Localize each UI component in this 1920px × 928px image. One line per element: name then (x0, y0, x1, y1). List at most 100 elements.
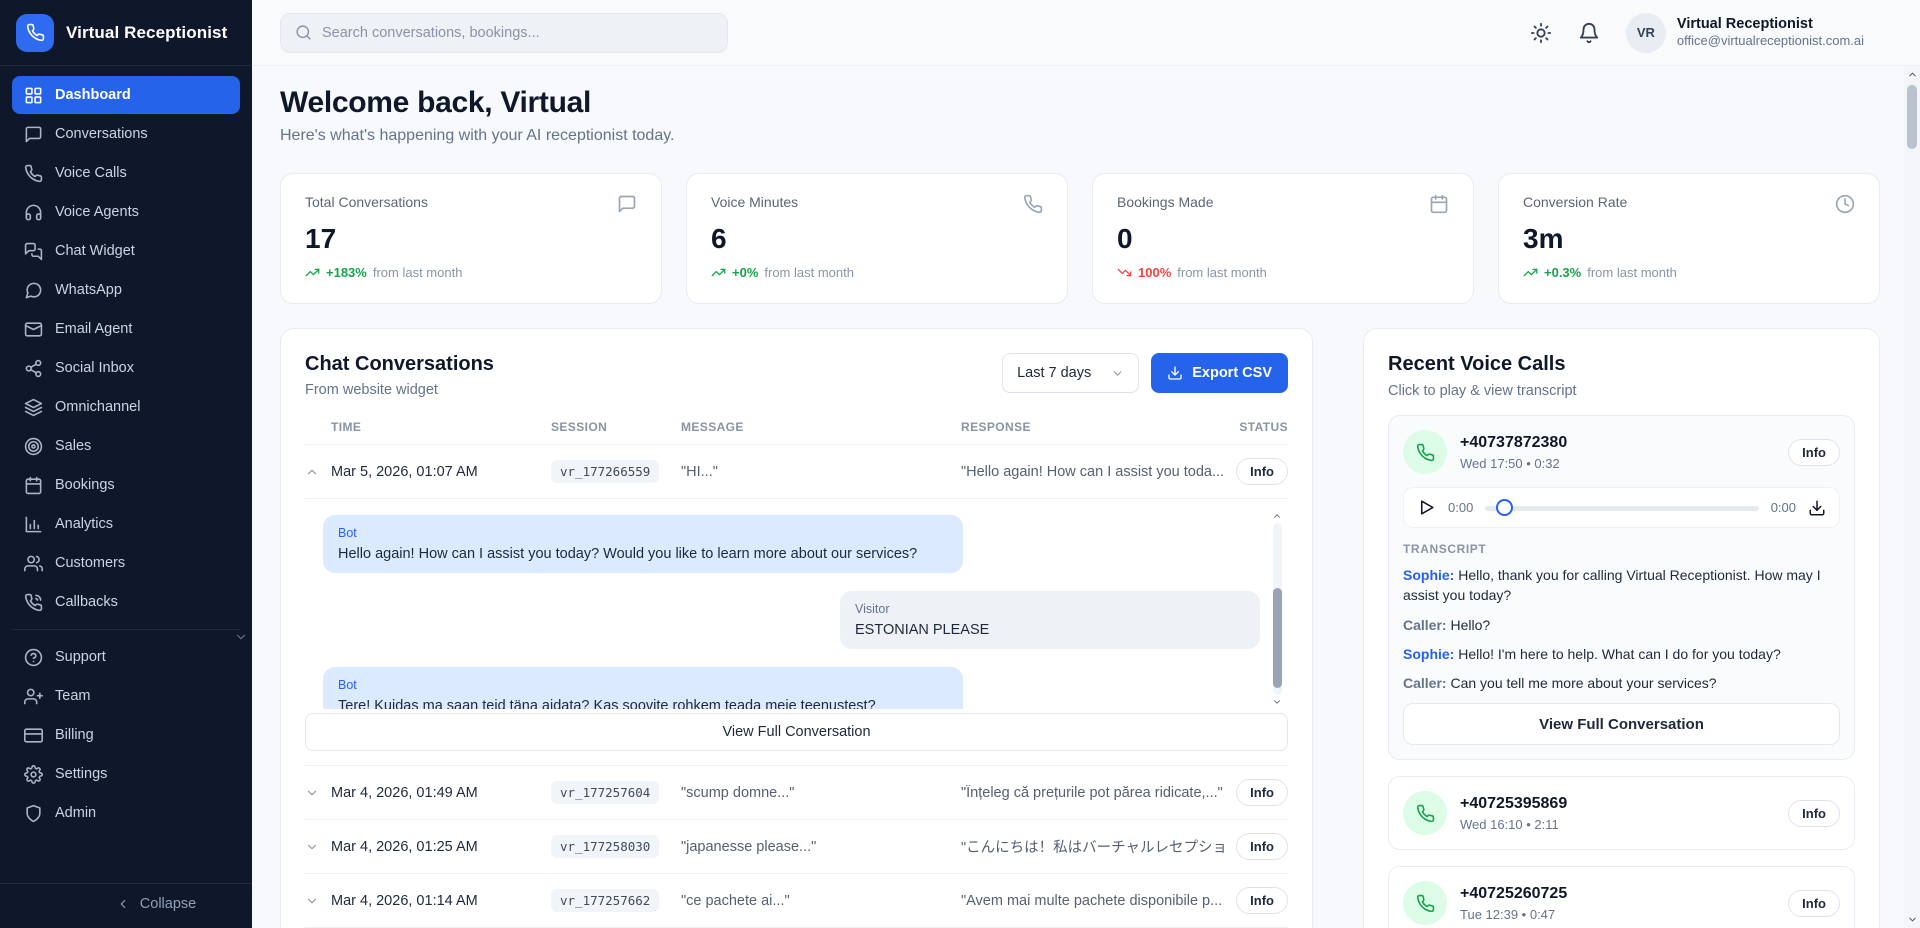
export-csv-label: Export CSV (1192, 365, 1272, 381)
sidebar-item-analytics[interactable]: Analytics (12, 505, 240, 543)
info-button[interactable]: Info (1788, 890, 1840, 917)
sidebar-item-settings[interactable]: Settings (12, 755, 240, 793)
row-message: "HI..." (681, 464, 961, 480)
chevron-down-icon[interactable] (305, 894, 319, 908)
player-seek-slider[interactable] (1485, 499, 1758, 517)
sidebar-item-label: WhatsApp (55, 282, 122, 298)
chat-conversations-title: Chat Conversations (305, 353, 494, 376)
trend-text: from last month (1587, 265, 1677, 280)
table-row[interactable]: Mar 5, 2026, 01:07 AM vr_177266559 "HI..… (305, 444, 1288, 498)
sidebar-item-label: Voice Calls (55, 165, 127, 181)
call-meta: Tue 12:39 • 0:47 (1460, 907, 1567, 922)
chevron-up-icon[interactable] (305, 465, 319, 479)
sidebar-item-whatsapp[interactable]: WhatsApp (12, 271, 240, 309)
sidebar-item-billing[interactable]: Billing (12, 716, 240, 754)
global-search[interactable] (280, 13, 728, 53)
call-meta-block: +40725395869 Wed 16:10 • 2:11 (1460, 795, 1567, 832)
chevron-down-icon (1111, 367, 1124, 380)
transcript-speaker: Sophie: (1403, 567, 1454, 583)
export-csv-button[interactable]: Export CSV (1151, 353, 1288, 393)
session-badge: vr_177257662 (551, 889, 659, 912)
download-icon[interactable] (1808, 499, 1826, 517)
info-button[interactable]: Info (1236, 833, 1288, 860)
conversation-scrollbar[interactable] (1270, 511, 1284, 707)
dashboard-content: Welcome back, Virtual Here's what's happ… (252, 66, 1920, 928)
table-row[interactable]: Mar 4, 2026, 01:25 AM vr_177258030 "japa… (305, 819, 1288, 873)
sidebar-item-team[interactable]: Team (12, 677, 240, 715)
sidebar-item-conversations[interactable]: Conversations (12, 115, 240, 153)
sidebar-item-omnichannel[interactable]: Omnichannel (12, 388, 240, 426)
sidebar-item-bookings[interactable]: Bookings (12, 466, 240, 504)
scroll-down-icon[interactable] (1907, 914, 1918, 925)
theme-toggle-sun-icon[interactable] (1530, 22, 1552, 44)
dashboard-icon (24, 86, 43, 105)
sidebar-item-label: Voice Agents (55, 204, 139, 220)
topbar: VR Virtual Receptionist office@virtualre… (252, 0, 1920, 66)
table-row[interactable]: Mar 4, 2026, 01:14 AM vr_177257662 "ce p… (305, 873, 1288, 927)
notifications-bell-icon[interactable] (1578, 22, 1600, 44)
column-message: MESSAGE (681, 420, 961, 434)
chevron-down-icon[interactable] (305, 786, 319, 800)
scrollbar-track[interactable] (1273, 523, 1282, 695)
audio-player: 0:00 0:00 (1403, 487, 1840, 528)
headphones-icon (24, 203, 43, 222)
transcript-text: Hello? (1450, 617, 1490, 633)
user-name: Virtual Receptionist (1677, 15, 1864, 33)
sidebar-item-support[interactable]: Support (12, 638, 240, 676)
sidebar-item-callbacks[interactable]: Callbacks (12, 583, 240, 621)
sidebar-item-email-agent[interactable]: Email Agent (12, 310, 240, 348)
user-menu[interactable]: VR Virtual Receptionist office@virtualre… (1626, 13, 1864, 53)
sidebar-item-admin[interactable]: Admin (12, 794, 240, 832)
sidebar-scroll-chevron-down-icon[interactable] (234, 630, 248, 644)
transcript-speaker: Caller: (1403, 675, 1447, 691)
stat-trend: +183%from last month (305, 265, 637, 280)
conversation-scroll-area[interactable]: Bot Hello again! How can I assist you to… (305, 509, 1288, 709)
voice-call-item[interactable]: +40737872380 Wed 17:50 • 0:32 Info 0:00 (1388, 415, 1855, 760)
play-icon[interactable] (1417, 498, 1436, 517)
info-button[interactable]: Info (1236, 458, 1288, 485)
info-button[interactable]: Info (1788, 439, 1840, 466)
bubble-text: Tere! Kuidas ma saan teid täna aidata? K… (338, 698, 948, 709)
scrollbar-thumb[interactable] (1273, 588, 1282, 688)
sidebar-item-dashboard[interactable]: Dashboard (12, 76, 240, 114)
sidebar-item-chat-widget[interactable]: Chat Widget (12, 232, 240, 270)
sidebar-item-label: Support (55, 649, 106, 665)
sidebar-item-sales[interactable]: Sales (12, 427, 240, 465)
sidebar-item-label: Admin (55, 805, 96, 821)
scroll-down-icon[interactable] (1272, 697, 1282, 707)
stat-trend: 100%from last month (1117, 265, 1449, 280)
table-row[interactable]: Mar 4, 2026, 01:49 AM vr_177257604 "scum… (305, 765, 1288, 819)
info-button[interactable]: Info (1236, 887, 1288, 914)
scrollbar-thumb[interactable] (1907, 85, 1917, 149)
message-circle-icon (24, 281, 43, 300)
row-response: "Hello again! How can I assist you toda.… (961, 464, 1224, 480)
sidebar-item-label: Analytics (55, 516, 113, 532)
page-scrollbar[interactable] (1904, 66, 1920, 928)
sidebar-item-voice-calls[interactable]: Voice Calls (12, 154, 240, 192)
call-meta-block: +40737872380 Wed 17:50 • 0:32 (1460, 434, 1567, 471)
info-button[interactable]: Info (1236, 779, 1288, 806)
user-meta: Virtual Receptionist office@virtualrecep… (1677, 15, 1864, 49)
chevron-down-icon[interactable] (305, 840, 319, 854)
view-full-conversation-button[interactable]: View Full Conversation (305, 713, 1288, 751)
chat-bubble-bot: Bot Hello again! How can I assist you to… (323, 515, 963, 573)
sidebar-item-social-inbox[interactable]: Social Inbox (12, 349, 240, 387)
scroll-up-icon[interactable] (1272, 511, 1282, 521)
sidebar-item-customers[interactable]: Customers (12, 544, 240, 582)
view-full-conversation-button[interactable]: View Full Conversation (1403, 703, 1840, 745)
sidebar-item-voice-agents[interactable]: Voice Agents (12, 193, 240, 231)
search-input[interactable] (322, 25, 713, 41)
collapse-button[interactable]: Collapse (116, 896, 196, 912)
voice-call-item[interactable]: +40725260725 Tue 12:39 • 0:47 Info (1388, 866, 1855, 928)
column-response: RESPONSE (961, 420, 1224, 434)
sidebar-item-label: Social Inbox (55, 360, 134, 376)
call-number: +40737872380 (1460, 434, 1567, 452)
scrollbar-track[interactable] (1907, 83, 1917, 911)
chevron-left-icon (116, 897, 130, 911)
voice-call-item[interactable]: +40725395869 Wed 16:10 • 2:11 Info (1388, 776, 1855, 850)
date-range-select[interactable]: Last 7 days (1002, 353, 1139, 393)
stat-label: Conversion Rate (1523, 194, 1627, 210)
slider-thumb[interactable] (1496, 499, 1513, 516)
info-button[interactable]: Info (1788, 800, 1840, 827)
scroll-up-icon[interactable] (1907, 69, 1918, 80)
